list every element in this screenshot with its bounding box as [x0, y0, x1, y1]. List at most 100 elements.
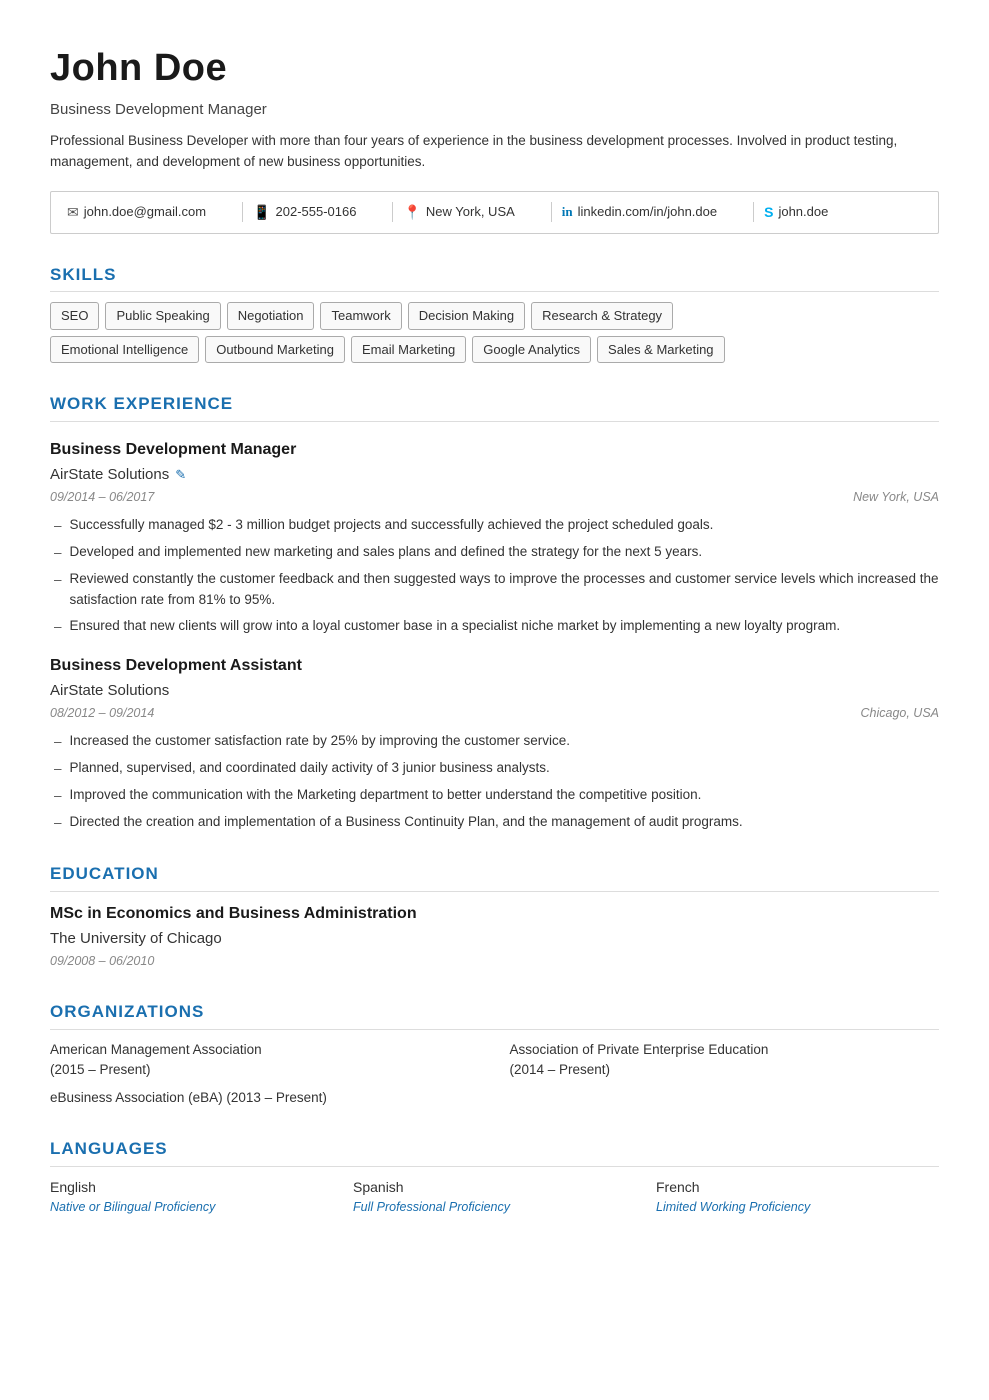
language-name: French [656, 1177, 939, 1198]
organizations-section: ORGANIZATIONS American Management Associ… [50, 999, 939, 1108]
bullet-item: –Improved the communication with the Mar… [54, 785, 939, 807]
location-value: New York, USA [426, 202, 515, 222]
education-section-title: EDUCATION [50, 861, 939, 892]
location-contact: 📍 New York, USA [403, 202, 532, 223]
org-item: American Management Association (2015 – … [50, 1040, 480, 1081]
phone-icon: 📱 [253, 202, 270, 223]
language-name: English [50, 1177, 333, 1198]
languages-section-title: LANGUAGES [50, 1136, 939, 1167]
date-location-row: 08/2012 – 09/2014 Chicago, USA [50, 704, 939, 723]
job-title: Business Development Assistant [50, 654, 939, 678]
location-icon: 📍 [403, 202, 420, 223]
org-item: Association of Private Enterprise Educat… [510, 1040, 940, 1081]
email-value: john.doe@gmail.com [84, 202, 206, 222]
degree-title: MSc in Economics and Business Administra… [50, 902, 939, 926]
phone-contact: 📱 202-555-0166 [253, 202, 374, 223]
contact-divider-4 [753, 202, 754, 222]
contact-bar: ✉ john.doe@gmail.com 📱 202-555-0166 📍 Ne… [50, 191, 939, 234]
language-entry: EnglishNative or Bilingual Proficiency [50, 1177, 333, 1217]
org-item: eBusiness Association (eBA) (2013 – Pres… [50, 1088, 480, 1108]
education-entry: MSc in Economics and Business Administra… [50, 902, 939, 971]
bullet-item: –Directed the creation and implementatio… [54, 812, 939, 834]
bullet-text: Planned, supervised, and coordinated dai… [70, 758, 550, 779]
bullet-text: Developed and implemented new marketing … [70, 542, 703, 563]
language-level: Native or Bilingual Proficiency [50, 1198, 333, 1217]
contact-divider-3 [551, 202, 552, 222]
skill-tag: Google Analytics [472, 336, 591, 364]
contact-divider-1 [242, 202, 243, 222]
candidate-name: John Doe [50, 40, 939, 97]
bullet-item: –Successfully managed $2 - 3 million bud… [54, 515, 939, 537]
skill-tag: Decision Making [408, 302, 525, 330]
job-entry: Business Development AssistantAirState S… [50, 654, 939, 834]
skill-tag: Negotiation [227, 302, 315, 330]
skills-section: SKILLS SEOPublic SpeakingNegotiationTeam… [50, 262, 939, 364]
resume-header: John Doe Business Development Manager Pr… [50, 40, 939, 173]
candidate-title: Business Development Manager [50, 99, 939, 122]
skype-contact: S john.doe [764, 202, 828, 223]
edu-date: 09/2008 – 06/2010 [50, 952, 939, 971]
languages-section: LANGUAGES EnglishNative or Bilingual Pro… [50, 1136, 939, 1216]
bullet-text: Increased the customer satisfaction rate… [70, 731, 570, 752]
email-contact: ✉ john.doe@gmail.com [67, 202, 224, 223]
job-title: Business Development Manager [50, 438, 939, 462]
bullet-list: –Increased the customer satisfaction rat… [54, 731, 939, 834]
linkedin-icon: in [562, 202, 573, 222]
bullet-dash-icon: – [54, 617, 62, 638]
bullet-dash-icon: – [54, 570, 62, 591]
skills-section-title: SKILLS [50, 262, 939, 293]
education-section: EDUCATION MSc in Economics and Business … [50, 861, 939, 971]
bullet-item: –Developed and implemented new marketing… [54, 542, 939, 564]
job-location: New York, USA [853, 488, 939, 507]
company-name: AirState Solutions [50, 680, 169, 703]
job-entry: Business Development ManagerAirState Sol… [50, 438, 939, 638]
job-date: 08/2012 – 09/2014 [50, 704, 154, 723]
skills-row-2: Emotional IntelligenceOutbound Marketing… [50, 336, 939, 364]
bullet-text: Ensured that new clients will grow into … [70, 616, 841, 637]
language-name: Spanish [353, 1177, 636, 1198]
bullet-text: Improved the communication with the Mark… [70, 785, 702, 806]
skill-tag: Teamwork [320, 302, 401, 330]
bullet-text: Successfully managed $2 - 3 million budg… [70, 515, 714, 536]
linkedin-contact: in linkedin.com/in/john.doe [562, 202, 735, 222]
bullet-item: –Planned, supervised, and coordinated da… [54, 758, 939, 780]
email-icon: ✉ [67, 202, 79, 223]
skill-tag: Public Speaking [105, 302, 220, 330]
bullet-dash-icon: – [54, 813, 62, 834]
language-entry: FrenchLimited Working Proficiency [656, 1177, 939, 1217]
company-line: AirState Solutions ✎ [50, 464, 939, 487]
bullet-dash-icon: – [54, 786, 62, 807]
skype-value: john.doe [778, 202, 828, 222]
skills-row-1: SEOPublic SpeakingNegotiationTeamworkDec… [50, 302, 939, 330]
skill-tag: SEO [50, 302, 99, 330]
skill-tag: Email Marketing [351, 336, 466, 364]
bullet-dash-icon: – [54, 543, 62, 564]
company-line: AirState Solutions [50, 680, 939, 703]
org-item [510, 1088, 940, 1108]
bullet-dash-icon: – [54, 759, 62, 780]
bullet-text: Directed the creation and implementation… [70, 812, 743, 833]
work-experience-section: WORK EXPERIENCE Business Development Man… [50, 391, 939, 833]
external-link-icon[interactable]: ✎ [175, 465, 186, 485]
contact-divider-2 [392, 202, 393, 222]
phone-value: 202-555-0166 [276, 202, 357, 222]
bullet-item: –Reviewed constantly the customer feedba… [54, 569, 939, 611]
language-level: Full Professional Proficiency [353, 1198, 636, 1217]
skype-icon: S [764, 202, 773, 223]
skill-tag: Outbound Marketing [205, 336, 345, 364]
job-location: Chicago, USA [860, 704, 939, 723]
candidate-summary: Professional Business Developer with mor… [50, 130, 910, 173]
bullet-list: –Successfully managed $2 - 3 million bud… [54, 515, 939, 638]
bullet-dash-icon: – [54, 516, 62, 537]
company-name: AirState Solutions [50, 464, 169, 487]
skill-tag: Emotional Intelligence [50, 336, 199, 364]
bullet-dash-icon: – [54, 732, 62, 753]
bullet-item: –Increased the customer satisfaction rat… [54, 731, 939, 753]
language-level: Limited Working Proficiency [656, 1198, 939, 1217]
work-section-title: WORK EXPERIENCE [50, 391, 939, 422]
skill-tag: Research & Strategy [531, 302, 673, 330]
language-entry: SpanishFull Professional Proficiency [353, 1177, 636, 1217]
bullet-item: –Ensured that new clients will grow into… [54, 616, 939, 638]
linkedin-value: linkedin.com/in/john.doe [578, 202, 717, 222]
organizations-section-title: ORGANIZATIONS [50, 999, 939, 1030]
